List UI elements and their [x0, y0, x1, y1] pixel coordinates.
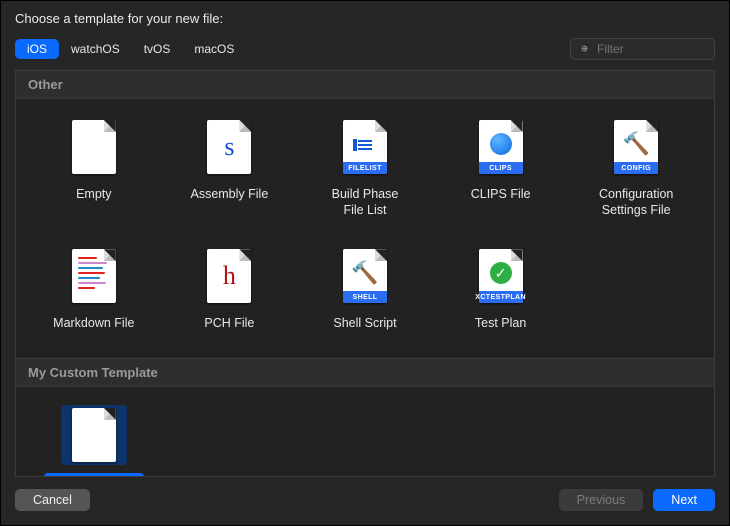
- filter-input[interactable]: [597, 42, 706, 56]
- tab-ios[interactable]: iOS: [15, 39, 59, 59]
- list-icon: [358, 140, 372, 150]
- file-icon: [72, 120, 116, 174]
- file-icon: 🔨 SHELL: [343, 249, 387, 303]
- check-icon: ✓: [490, 262, 512, 284]
- template-empty[interactable]: Empty: [26, 113, 162, 224]
- text-lines-icon: [78, 257, 110, 289]
- previous-button: Previous: [559, 489, 644, 511]
- file-icon: FILELIST: [343, 120, 387, 174]
- file-icon: CLIPS: [479, 120, 523, 174]
- filter-field[interactable]: [570, 38, 715, 60]
- file-icon: h: [207, 249, 251, 303]
- template-assembly-file[interactable]: s Assembly File: [162, 113, 298, 224]
- footer: Cancel Previous Next: [1, 477, 729, 525]
- template-label: Assembly File: [182, 185, 276, 205]
- file-icon: [72, 249, 116, 303]
- sphere-icon: [490, 133, 512, 155]
- template-label: CLIPS File: [463, 185, 539, 205]
- section-header-custom: My Custom Template: [16, 358, 714, 387]
- section-grid-custom: Basic Template: [16, 387, 714, 477]
- template-list[interactable]: Other Empty s Assembly File FILELIST Bui…: [15, 70, 715, 477]
- template-label: Configuration Settings File: [591, 185, 681, 220]
- toolbar: iOS watchOS tvOS macOS: [1, 34, 729, 70]
- file-icon: 🔨 CONFIG: [614, 120, 658, 174]
- template-clips-file[interactable]: CLIPS CLIPS File: [433, 113, 569, 224]
- template-build-phase-file-list[interactable]: FILELIST Build Phase File List: [297, 113, 433, 224]
- template-shell-script[interactable]: 🔨 SHELL Shell Script: [297, 242, 433, 338]
- template-chooser-window: Choose a template for your new file: iOS…: [0, 0, 730, 526]
- section-header-other: Other: [16, 71, 714, 99]
- platform-tabs: iOS watchOS tvOS macOS: [15, 39, 246, 59]
- template-label: Markdown File: [45, 314, 142, 334]
- file-icon: [72, 408, 116, 462]
- template-basic-template[interactable]: Basic Template: [26, 401, 162, 477]
- template-test-plan[interactable]: ✓ XCTESTPLAN Test Plan: [433, 242, 569, 338]
- tab-tvos[interactable]: tvOS: [132, 39, 183, 59]
- next-button[interactable]: Next: [653, 489, 715, 511]
- file-icon: s: [207, 120, 251, 174]
- window-title: Choose a template for your new file:: [1, 1, 729, 34]
- template-label: Test Plan: [467, 314, 534, 334]
- template-configuration-settings-file[interactable]: 🔨 CONFIG Configuration Settings File: [568, 113, 704, 224]
- tab-macos[interactable]: macOS: [182, 39, 246, 59]
- template-pch-file[interactable]: h PCH File: [162, 242, 298, 338]
- template-markdown-file[interactable]: Markdown File: [26, 242, 162, 338]
- filter-icon: [579, 43, 591, 55]
- section-grid-other: Empty s Assembly File FILELIST Build Pha…: [16, 99, 714, 358]
- template-label: Empty: [68, 185, 119, 205]
- hammer-icon: 🔨: [622, 131, 649, 157]
- hammer-icon: 🔨: [351, 260, 378, 286]
- tab-watchos[interactable]: watchOS: [59, 39, 132, 59]
- template-label: PCH File: [196, 314, 262, 334]
- template-label: Build Phase File List: [324, 185, 407, 220]
- cancel-button[interactable]: Cancel: [15, 489, 90, 511]
- template-label: Shell Script: [325, 314, 404, 334]
- file-icon: ✓ XCTESTPLAN: [479, 249, 523, 303]
